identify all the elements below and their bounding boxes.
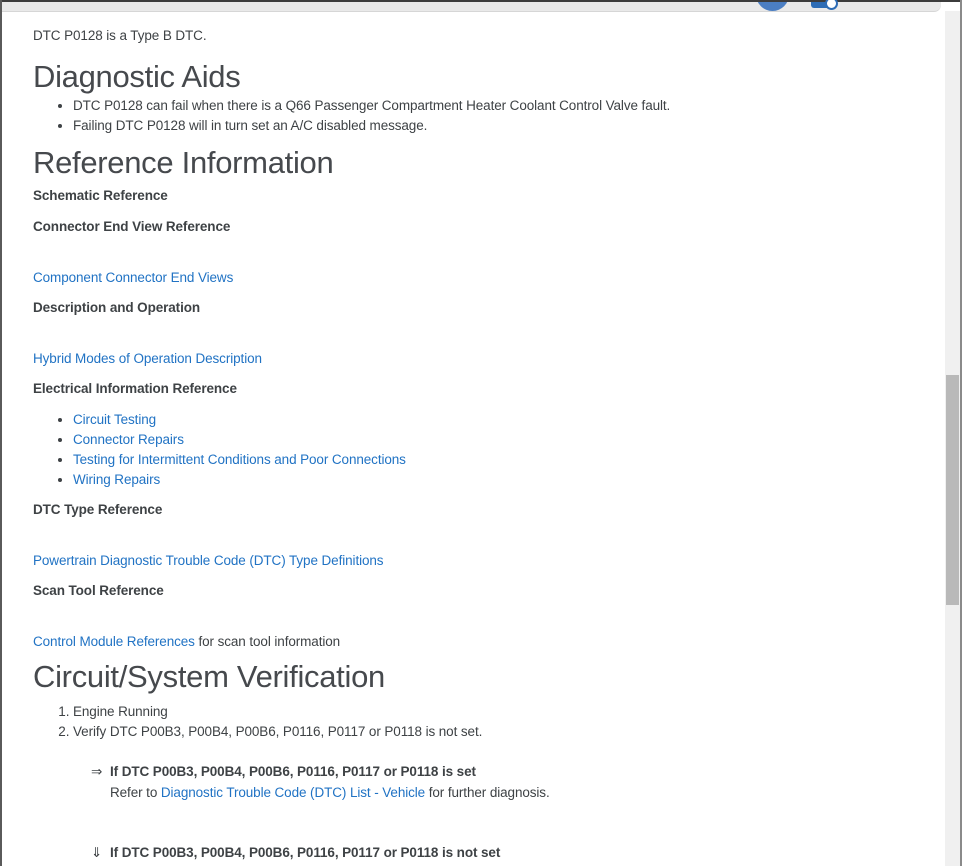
diagnostic-aids-list: DTC P0128 can fail when there is a Q66 P…	[33, 96, 901, 136]
list-item: Engine Running	[73, 702, 901, 722]
branch-condition-text: If DTC P00B3, P00B4, P00B6, P0116, P0117…	[110, 843, 500, 863]
list-item: DTC P0128 can fail when there is a Q66 P…	[73, 96, 901, 116]
toolbar-strip	[2, 2, 941, 12]
branch-dtc-not-set: ⇓ If DTC P00B3, P00B4, P00B6, P0116, P01…	[91, 843, 901, 863]
service-document-page: DTC P0128 is a Type B DTC. Diagnostic Ai…	[0, 0, 962, 866]
subhead-schematic-reference: Schematic Reference	[33, 186, 901, 206]
refer-suffix-text: for further diagnosis.	[425, 785, 550, 800]
link-circuit-testing[interactable]: Circuit Testing	[73, 412, 156, 427]
link-control-module-references[interactable]: Control Module References	[33, 634, 195, 649]
scrollbar-thumb[interactable]	[946, 375, 959, 605]
link-row: Component Connector End Views	[33, 268, 901, 288]
branch-dtc-set: ⇒ If DTC P00B3, P00B4, P00B6, P0116, P01…	[91, 762, 901, 782]
refer-row: Refer to Diagnostic Trouble Code (DTC) L…	[110, 783, 901, 803]
link-powertrain-dtc-type-definitions[interactable]: Powertrain Diagnostic Trouble Code (DTC)…	[33, 553, 383, 568]
list-item: Circuit Testing	[73, 410, 901, 430]
list-item: Verify DTC P00B3, P00B4, P00B6, P0116, P…	[73, 722, 901, 742]
scan-tool-suffix-text: for scan tool information	[195, 634, 340, 649]
list-item: Testing for Intermittent Conditions and …	[73, 450, 901, 470]
window-border-top	[0, 0, 962, 2]
link-row: Hybrid Modes of Operation Description	[33, 349, 901, 369]
electrical-reference-list: Circuit Testing Connector Repairs Testin…	[33, 410, 901, 490]
vertical-scrollbar[interactable]	[945, 11, 960, 866]
link-testing-intermittent-conditions[interactable]: Testing for Intermittent Conditions and …	[73, 452, 406, 467]
subhead-scan-tool-reference: Scan Tool Reference	[33, 581, 901, 601]
list-item: Failing DTC P0128 will in turn set an A/…	[73, 116, 901, 136]
refer-prefix-text: Refer to	[110, 785, 161, 800]
list-item: Connector Repairs	[73, 430, 901, 450]
subhead-description-and-operation: Description and Operation	[33, 298, 901, 318]
window-border-left	[0, 0, 2, 866]
section-title-diagnostic-aids: Diagnostic Aids	[33, 55, 901, 99]
section-title-circuit-system-verification: Circuit/System Verification	[33, 655, 901, 699]
branch-condition-text: If DTC P00B3, P00B4, P00B6, P0116, P0117…	[110, 762, 476, 782]
subhead-dtc-type-reference: DTC Type Reference	[33, 500, 901, 520]
link-row: Powertrain Diagnostic Trouble Code (DTC)…	[33, 551, 901, 571]
section-title-reference-information: Reference Information	[33, 141, 901, 185]
document-content: DTC P0128 is a Type B DTC. Diagnostic Ai…	[2, 11, 941, 866]
scan-tool-reference-row: Control Module References for scan tool …	[33, 632, 901, 652]
link-wiring-repairs[interactable]: Wiring Repairs	[73, 472, 160, 487]
subhead-electrical-information-reference: Electrical Information Reference	[33, 379, 901, 399]
subhead-connector-end-view-reference: Connector End View Reference	[33, 217, 901, 237]
list-item: Wiring Repairs	[73, 470, 901, 490]
link-connector-repairs[interactable]: Connector Repairs	[73, 432, 184, 447]
verification-steps-list: Engine Running Verify DTC P00B3, P00B4, …	[33, 702, 901, 742]
link-dtc-list-vehicle[interactable]: Diagnostic Trouble Code (DTC) List - Veh…	[161, 785, 425, 800]
link-hybrid-modes-of-operation[interactable]: Hybrid Modes of Operation Description	[33, 351, 262, 366]
intro-text: DTC P0128 is a Type B DTC.	[33, 26, 901, 46]
link-component-connector-end-views[interactable]: Component Connector End Views	[33, 270, 233, 285]
right-double-arrow-icon: ⇒	[91, 762, 110, 782]
down-double-arrow-icon: ⇓	[91, 843, 110, 863]
